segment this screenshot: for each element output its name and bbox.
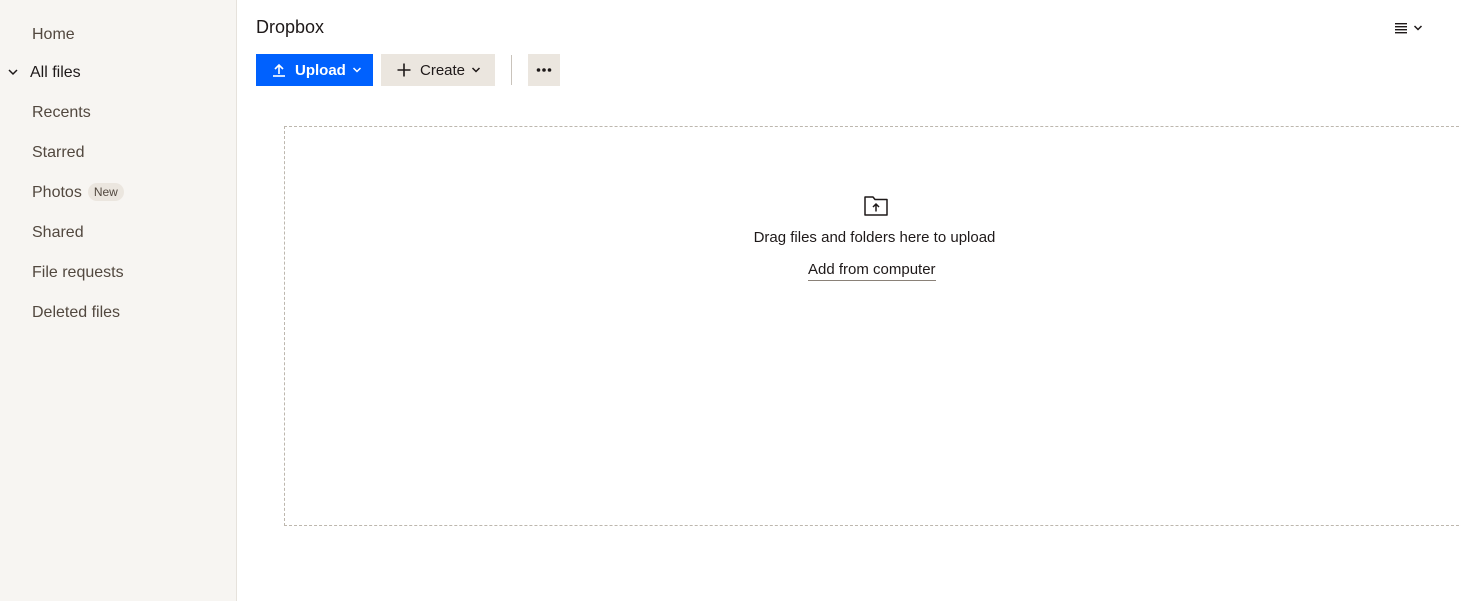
upload-dropzone[interactable]: Drag files and folders here to upload Ad…	[284, 126, 1461, 526]
create-button-label: Create	[420, 61, 466, 79]
sidebar-item-deleted-files[interactable]: Deleted files	[32, 301, 120, 325]
sidebar-item-label: All files	[30, 64, 81, 81]
chevron-down-icon	[1413, 25, 1423, 31]
main-content: Dropbox Upload Create Drag files and fol…	[237, 0, 1461, 601]
chevron-down-icon	[472, 67, 481, 73]
upload-button-label: Upload	[295, 61, 346, 79]
add-from-computer-link[interactable]: Add from computer	[808, 260, 936, 281]
chevron-down-icon	[352, 67, 361, 73]
sidebar-item-label: Recents	[32, 104, 91, 121]
sidebar-item-label: Shared	[32, 224, 84, 241]
chevron-down-icon[interactable]	[7, 66, 19, 78]
list-view-icon	[1395, 23, 1407, 34]
create-button[interactable]: Create	[381, 54, 495, 86]
sidebar-item-label: Home	[32, 26, 75, 43]
plus-icon	[397, 63, 411, 77]
new-badge: New	[87, 183, 124, 201]
sidebar-item-shared[interactable]: Shared	[32, 221, 84, 245]
sidebar-item-home[interactable]: Home	[32, 23, 75, 47]
upload-button[interactable]: Upload	[256, 54, 373, 86]
sidebar-item-file-requests[interactable]: File requests	[32, 261, 124, 285]
sidebar-item-all-files[interactable]: All files	[30, 61, 81, 85]
page-title: Dropbox	[256, 17, 325, 37]
sidebar-item-label: Photos	[32, 184, 82, 201]
toolbar-divider	[511, 55, 512, 85]
view-toggle-button[interactable]	[1394, 17, 1430, 39]
sidebar-item-label: Deleted files	[32, 304, 121, 321]
dropzone-message: Drag files and folders here to upload	[753, 229, 996, 246]
sidebar-item-label: Starred	[32, 144, 85, 161]
sidebar: Home All files Recents Starred Photos New…	[0, 0, 237, 601]
more-actions-button[interactable]	[528, 54, 560, 86]
sidebar-item-recents[interactable]: Recents	[32, 101, 91, 125]
upload-icon	[273, 63, 285, 77]
sidebar-item-starred[interactable]: Starred	[32, 141, 84, 165]
sidebar-item-photos[interactable]: Photos New	[32, 181, 124, 205]
folder-upload-icon	[864, 196, 888, 216]
more-horizontal-icon	[536, 68, 552, 72]
sidebar-item-label: File requests	[32, 264, 124, 281]
